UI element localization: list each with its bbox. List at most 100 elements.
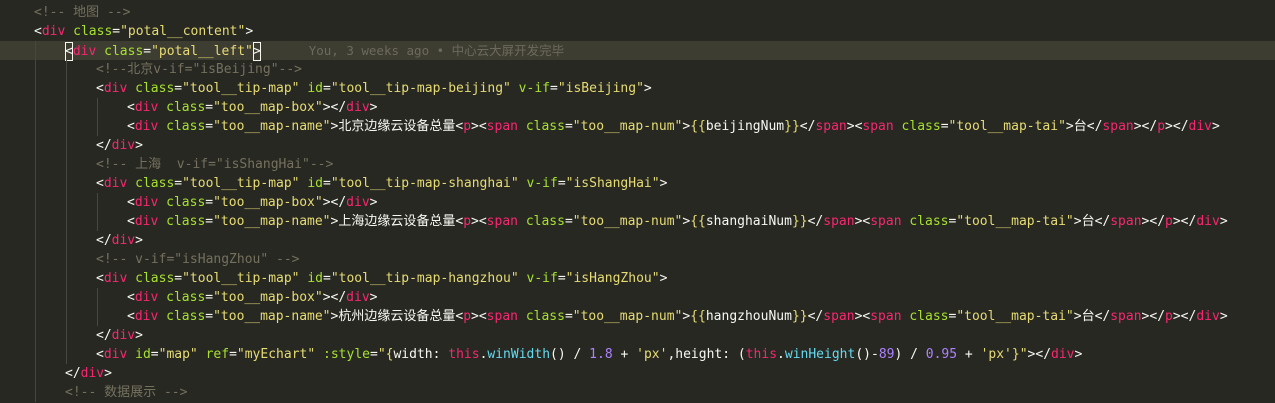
code-text: <!-- 地图 -->: [34, 3, 130, 22]
token-punc: [127, 81, 135, 96]
code-line[interactable]: <!--北京v-if="isBeijing"-->: [0, 60, 1275, 79]
token-str: "too__map-name": [213, 309, 331, 324]
token-punc: >: [1065, 119, 1074, 134]
token-text: beijingNum: [705, 119, 785, 134]
token-attr: class: [166, 119, 206, 134]
token-punc: <: [127, 309, 135, 324]
token-str: "potal__content": [120, 24, 246, 39]
code-line[interactable]: <!-- 地图 -->: [0, 3, 1275, 22]
indent-guide: [66, 117, 67, 136]
matching-bracket: <: [65, 42, 73, 61]
code-line[interactable]: <div id="map" ref="myEchart" :style="{wi…: [0, 345, 1275, 364]
token-tag: div: [134, 214, 159, 229]
token-tag: div: [103, 347, 128, 362]
token-punc: <: [96, 347, 104, 362]
code-line[interactable]: <div class="potal__content">: [0, 22, 1275, 41]
indent-guide: [35, 193, 36, 212]
token-str: }}: [791, 309, 808, 324]
token-tag: span: [823, 214, 855, 229]
indent-guide: [35, 174, 36, 193]
token-punc: [158, 290, 166, 305]
token-punc: >: [135, 328, 143, 343]
token-str: {{: [690, 119, 706, 134]
token-punc: <: [127, 195, 135, 210]
indent-guide: [66, 136, 67, 155]
code-line[interactable]: <!-- 上海 v-if="isShangHai"-->: [0, 155, 1275, 174]
indent-guide: [97, 307, 98, 326]
token-punc: [127, 347, 135, 362]
token-punc: =: [557, 271, 566, 286]
token-tag: div: [72, 44, 97, 59]
code-text: <!-- 数据展示 -->: [65, 383, 187, 402]
token-punc: <: [455, 214, 464, 229]
token-tag: div: [41, 24, 66, 39]
token-tag: div: [1188, 119, 1213, 134]
token-punc: </: [1094, 214, 1111, 229]
code-line[interactable]: <div class="too__map-name">北京边缘云设备总量<p><…: [0, 117, 1275, 136]
token-fn: winHeight: [784, 347, 856, 362]
token-attr: class: [135, 271, 175, 286]
token-kw: this: [745, 347, 778, 362]
code-line[interactable]: <div class="too__map-name">杭州边缘云设备总量<p><…: [0, 307, 1275, 326]
token-punc: >: [1212, 119, 1220, 134]
code-text: <div id="map" ref="myEchart" :style="{wi…: [96, 345, 1082, 364]
code-line[interactable]: </div>: [0, 231, 1275, 250]
code-line[interactable]: </div>: [0, 326, 1275, 345]
code-line[interactable]: <div class="tool__tip-map" id="tool__tip…: [0, 79, 1275, 98]
current-code-line[interactable]: <div class="potal__left"> You, 3 weeks ag…: [0, 41, 1275, 61]
token-tag: div: [111, 233, 136, 248]
token-attr: class: [135, 176, 175, 191]
code-line[interactable]: <div class="too__map-box"></div>: [0, 193, 1275, 212]
code-editor[interactable]: <!-- 地图 --> <div class="potal__content"> <…: [0, 0, 1275, 403]
token-punc: >: [1073, 214, 1082, 229]
token-punc: ><: [471, 214, 487, 229]
token-str: "too__map-name": [213, 214, 331, 229]
token-text: 台: [1073, 119, 1087, 134]
git-blame-annotation: You, 3 weeks ago • 中心云大屏开发完毕: [308, 43, 565, 58]
token-str: "potal__left": [151, 44, 253, 59]
token-str: "tool__map-tai": [956, 309, 1074, 324]
token-punc: [158, 309, 166, 324]
token-attr: id: [135, 347, 151, 362]
token-tag: span: [1110, 214, 1142, 229]
token-str: "too__map-box": [213, 195, 323, 210]
token-tag: span: [823, 309, 855, 324]
token-punc: ><: [846, 119, 863, 134]
token-text: .: [777, 347, 785, 362]
token-tag: div: [1051, 347, 1075, 362]
code-text: <!-- 上海 v-if="isShangHai"-->: [96, 155, 333, 174]
token-text: 杭州边缘云设备总量: [338, 309, 456, 324]
token-punc: >: [104, 366, 112, 381]
token-punc: >: [1219, 309, 1228, 324]
code-line[interactable]: </div>: [0, 136, 1275, 155]
token-tag: span: [1110, 309, 1142, 324]
code-line[interactable]: <div class="tool__tip-map" id="tool__tip…: [0, 269, 1275, 288]
token-punc: </: [807, 214, 824, 229]
code-line[interactable]: <div class="too__map-name">上海边缘云设备总量<p><…: [0, 212, 1275, 231]
code-line[interactable]: <!-- v-if="isHangZhou" -->: [0, 250, 1275, 269]
token-str: "isBeijing": [557, 81, 644, 96]
code-text: <div class="tool__tip-map" id="tool__tip…: [96, 174, 667, 193]
token-punc: ></: [1165, 119, 1189, 134]
token-fn: winWidth: [487, 347, 551, 362]
token-str: 'px': [980, 347, 1012, 362]
token-attr: class: [525, 309, 565, 324]
indent-guide: [35, 136, 36, 155]
token-text: ,height: (: [667, 347, 746, 362]
token-punc: >: [1219, 214, 1228, 229]
code-text: <div class="too__map-box"></div>: [127, 288, 377, 307]
token-str: "tool__tip-map-shanghai": [330, 176, 519, 191]
token-punc: =: [369, 347, 378, 362]
token-punc: =: [143, 44, 152, 59]
indent-guide: [35, 269, 36, 288]
indent-guide: [35, 155, 36, 174]
code-line[interactable]: <!-- 数据展示 -->: [0, 383, 1275, 402]
token-punc: <: [127, 214, 135, 229]
code-line[interactable]: <div class="tool__tip-map" id="tool__tip…: [0, 174, 1275, 193]
token-attr: class: [166, 195, 206, 210]
code-line[interactable]: </div>: [0, 364, 1275, 383]
token-punc: [158, 100, 166, 115]
token-attr: class: [525, 119, 565, 134]
code-line[interactable]: <div class="too__map-box"></div>: [0, 288, 1275, 307]
code-line[interactable]: <div class="too__map-box"></div>: [0, 98, 1275, 117]
